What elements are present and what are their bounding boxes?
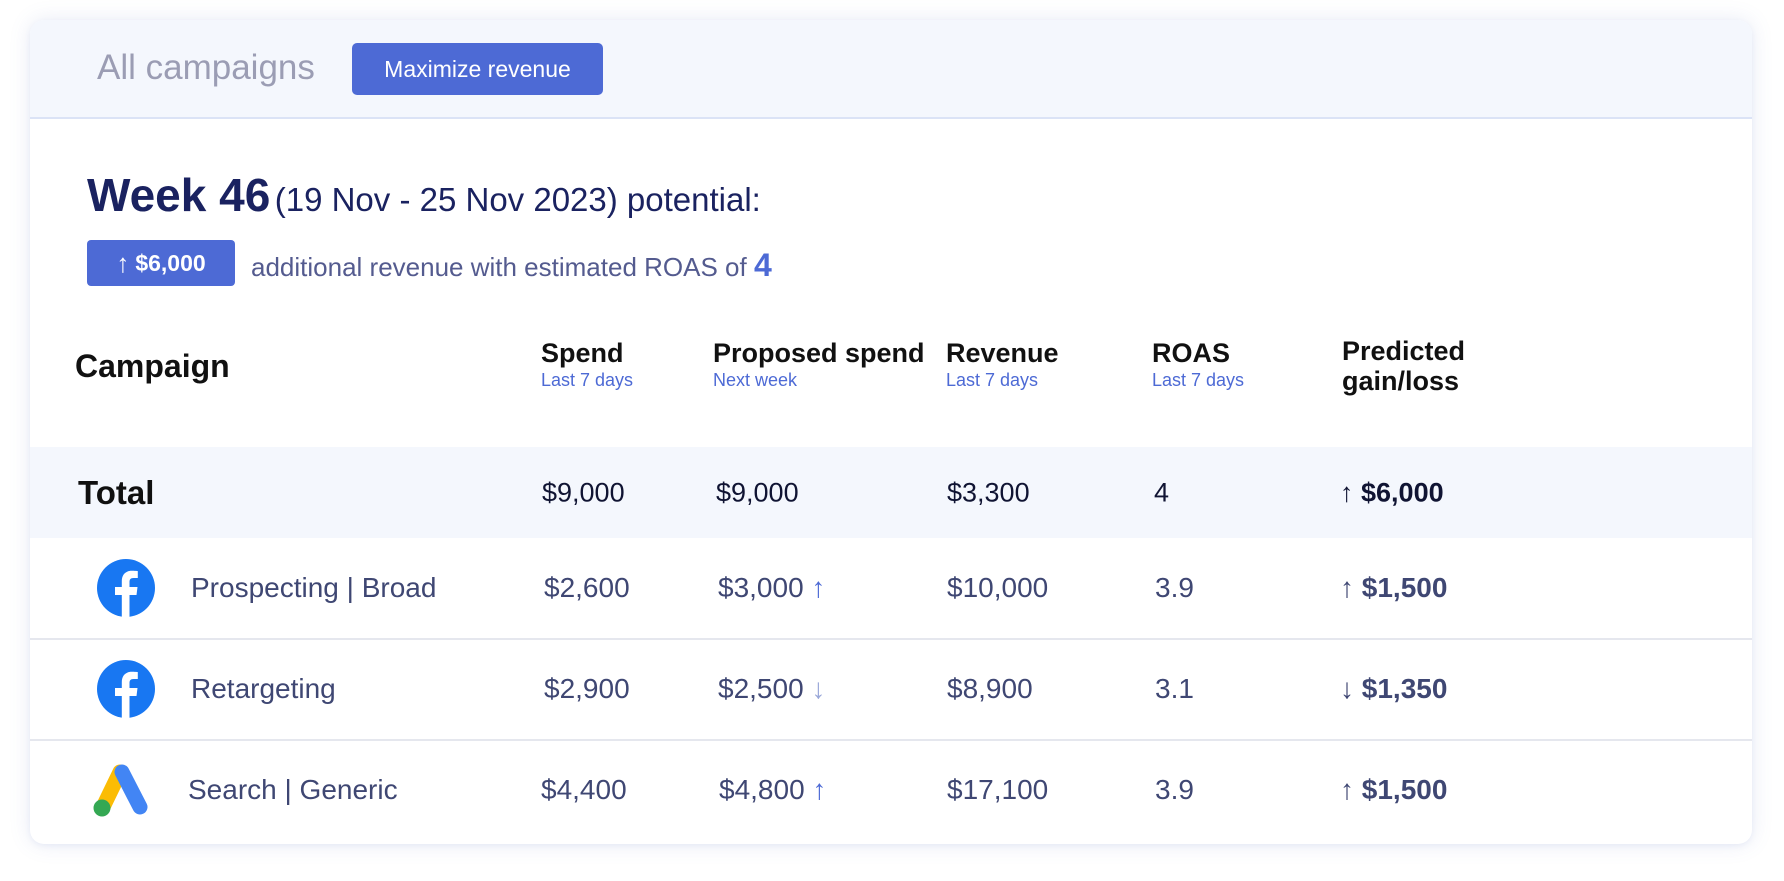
total-roas: 4 [1154,477,1170,507]
proposed-spend-value: $3,000 ↑ [718,572,825,604]
campaign-name: Prospecting | Broad [191,572,437,603]
facebook-icon [97,660,155,718]
revenue-potential-badge: ↑ $6,000 [87,240,235,286]
spend-header-sub: Last 7 days [541,370,634,390]
column-header-campaign: Campaign [75,348,230,384]
additional-revenue-text: additional revenue with estimated ROAS o… [251,247,772,284]
roas-value: 3.1 [1155,673,1194,704]
proposed-header-label: Proposed spend [713,338,925,368]
roas-header-sub: Last 7 days [1152,370,1245,390]
revenue-value: $17,100 [947,774,1049,805]
additional-text-label: additional revenue with estimated ROAS o… [251,252,747,282]
card-header: All campaigns Maximize revenue [30,20,1752,119]
total-gain-value: $6,000 [1361,477,1444,507]
table-row[interactable]: Retargeting $2,900 $2,500 ↓ $8,900 3.1 ↓… [30,639,1752,741]
spend-value: $2,600 [544,572,630,603]
week-range: (19 Nov - 25 Nov 2023) potential: [274,181,761,218]
week-label: Week 46 [87,169,271,221]
revenue-header-label: Revenue [946,338,1059,368]
spend-value: $2,900 [544,673,630,704]
revenue-header-sub: Last 7 days [946,370,1039,390]
arrow-up-icon: ↑ [1340,477,1354,507]
google-ads-icon [93,764,148,817]
facebook-icon [97,559,155,617]
arrow-up-icon: ↑ [1340,774,1354,805]
proposed-spend-value: $2,500 ↓ [718,673,825,705]
total-gain: ↑ $6,000 [1340,477,1444,508]
campaign-name: Search | Generic [188,774,398,805]
column-header-proposed-spend: Proposed spend Next week [713,338,925,391]
revenue-value: $10,000 [947,572,1049,603]
column-header-predicted-gain-loss: Predicted gain/loss [1342,336,1465,396]
proposed-header-sub: Next week [713,370,798,390]
total-revenue: $3,300 [947,477,1030,507]
campaigns-card: All campaigns Maximize revenue Week 46 (… [30,20,1752,844]
predicted-loss: ↓ $1,350 [1340,673,1447,705]
badge-value: $6,000 [135,249,206,276]
table-row[interactable]: Search | Generic $4,400 $4,800 ↑ $17,100… [30,740,1752,840]
predicted-gain: ↑ $1,500 [1340,572,1447,604]
arrow-up-icon: ↑ [1340,572,1354,603]
week-heading: Week 46 (19 Nov - 25 Nov 2023) potential… [87,168,761,222]
total-label: Total [78,473,155,511]
proposed-amount: $3,000 [718,572,804,603]
loss-value: $1,350 [1361,673,1448,704]
gain-header-line1: Predicted [1342,336,1466,366]
proposed-spend-value: $4,800 ↑ [719,774,826,806]
column-header-spend: Spend Last 7 days [541,338,633,391]
arrow-up-icon: ↑ [812,774,827,805]
gain-value: $1,500 [1361,572,1448,603]
arrow-down-icon: ↓ [1340,673,1354,704]
estimated-roas-value: 4 [753,247,772,283]
arrow-up-icon: ↑ [811,572,826,603]
roas-header-label: ROAS [1152,338,1231,368]
column-header-roas: ROAS Last 7 days [1152,338,1244,391]
column-header-revenue: Revenue Last 7 days [946,338,1059,391]
arrow-up-icon: ↑ [116,247,130,278]
spend-value: $4,400 [541,774,627,805]
proposed-amount: $4,800 [719,774,805,805]
roas-value: 3.9 [1155,774,1194,805]
roas-value: 3.9 [1155,572,1194,603]
gain-header-line2: gain/loss [1342,366,1460,396]
total-proposed-spend: $9,000 [716,477,799,507]
total-spend: $9,000 [542,477,625,507]
campaign-name: Retargeting [191,673,336,704]
spend-header-label: Spend [541,338,624,368]
page-title: All campaigns [97,48,315,87]
arrow-down-icon: ↓ [811,673,826,704]
gain-value: $1,500 [1361,774,1448,805]
maximize-revenue-button[interactable]: Maximize revenue [352,43,603,95]
proposed-amount: $2,500 [718,673,804,704]
total-row: Total $9,000 $9,000 $3,300 4 ↑ $6,000 [30,447,1752,538]
revenue-value: $8,900 [947,673,1033,704]
predicted-gain: ↑ $1,500 [1340,774,1447,806]
table-row[interactable]: Prospecting | Broad $2,600 $3,000 ↑ $10,… [30,538,1752,640]
